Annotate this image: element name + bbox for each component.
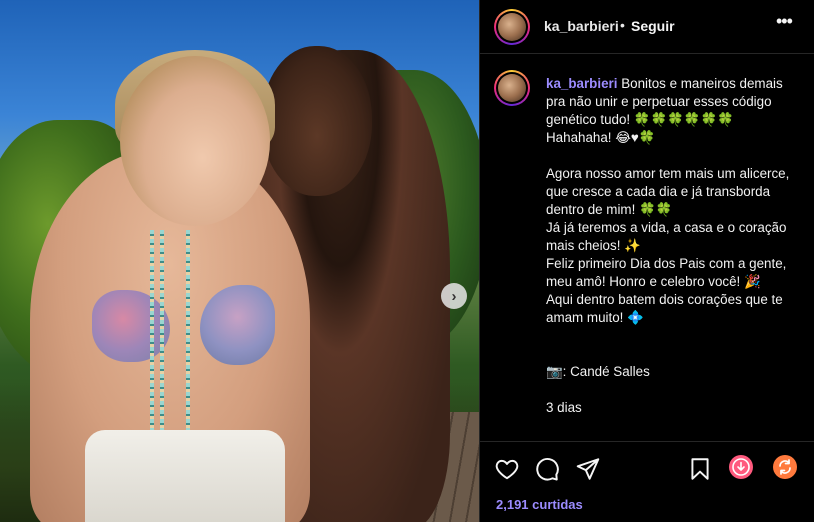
download-icon[interactable] xyxy=(728,454,754,480)
profile-picture xyxy=(498,13,526,41)
action-bar xyxy=(480,441,814,491)
woman-head xyxy=(120,56,270,226)
caption-username[interactable]: ka_barbieri xyxy=(546,76,617,91)
caption-text: ka_barbieri Bonitos e maneiros demais pr… xyxy=(546,75,801,417)
caption-avatar[interactable] xyxy=(494,70,530,106)
man-head xyxy=(262,46,372,196)
white-shorts xyxy=(85,430,285,522)
post-side-panel: ka_barbieri • Seguir ••• ka_barbieri Bon… xyxy=(479,0,814,522)
comment-icon[interactable] xyxy=(534,456,560,482)
next-image-button[interactable]: › xyxy=(441,283,467,309)
share-icon[interactable] xyxy=(575,456,601,482)
repost-icon[interactable] xyxy=(772,454,798,480)
caption-body: Bonitos e maneiros demais pra não unir e… xyxy=(546,76,790,415)
follow-button[interactable]: Seguir xyxy=(631,18,675,34)
avatar[interactable] xyxy=(494,9,530,45)
header-username[interactable]: ka_barbieri xyxy=(544,18,619,34)
chevron-right-icon: › xyxy=(451,287,457,305)
bookmark-icon[interactable] xyxy=(687,456,713,482)
heart-icon[interactable] xyxy=(494,456,520,482)
profile-picture xyxy=(498,74,526,102)
post-photo[interactable]: › xyxy=(0,0,479,522)
caption-area: ka_barbieri Bonitos e maneiros demais pr… xyxy=(480,55,814,440)
more-options-icon[interactable]: ••• xyxy=(776,12,793,30)
post-header: ka_barbieri • Seguir ••• xyxy=(480,0,814,54)
bikini-right xyxy=(200,285,275,365)
separator-dot: • xyxy=(620,17,625,33)
likes-count[interactable]: 2,191 curtidas xyxy=(496,497,583,512)
